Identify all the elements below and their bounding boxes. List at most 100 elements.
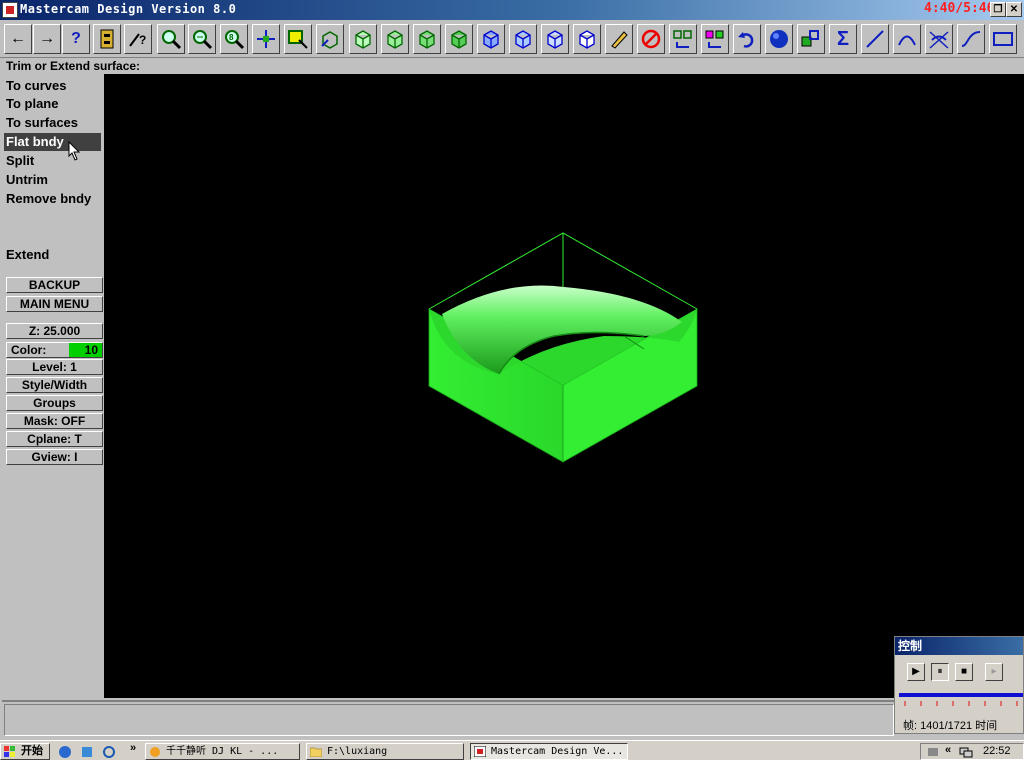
spline-button[interactable] (957, 24, 985, 54)
tray-app-icon[interactable] (927, 746, 939, 758)
quicklaunch-overflow-icon[interactable]: » (130, 742, 136, 754)
svg-text:?: ? (139, 33, 146, 47)
color-swatch: 10 (69, 343, 102, 357)
task-mastercam[interactable]: Mastercam Design Ve... (470, 743, 628, 760)
playback-progress-track[interactable] (899, 693, 1023, 697)
task-explorer-folder[interactable]: F:\luxiang (306, 743, 464, 760)
menu-item-to-plane[interactable]: To plane (4, 95, 101, 113)
file-button[interactable] (93, 24, 121, 54)
zoom-window-icon (162, 30, 182, 50)
play-button[interactable]: ▶ (907, 663, 925, 681)
level-button[interactable]: Level: 1 (6, 359, 103, 375)
close-button[interactable]: ✕ (1006, 2, 1022, 17)
mastercam-app-icon[interactable] (2, 2, 18, 18)
stop-button[interactable]: ■ (955, 663, 973, 681)
media-quicklaunch-icon[interactable] (80, 745, 94, 759)
restore-button[interactable]: ❐ (990, 2, 1006, 17)
blue-sphere-icon (770, 30, 788, 48)
pause-button[interactable]: ⏸ (931, 663, 949, 681)
task-qianqian[interactable]: 千千静听 DJ KL - ... (145, 743, 300, 760)
view-top-button[interactable] (349, 24, 377, 54)
gview-button[interactable]: Gview: I (6, 449, 103, 465)
main-menu-button[interactable]: MAIN MENU (6, 296, 103, 312)
color-button[interactable]: Color: 10 (6, 342, 103, 358)
green-cube-icon (451, 30, 467, 49)
menu-item-to-surfaces[interactable]: To surfaces (4, 114, 101, 132)
cplane-side-button[interactable] (541, 24, 569, 54)
menu-item-flat-bndy[interactable]: Flat bndy (4, 133, 101, 151)
zoom-window-button[interactable] (157, 24, 185, 54)
cplane-front-button[interactable] (509, 24, 537, 54)
menu-item-to-curves[interactable]: To curves (4, 77, 101, 95)
z-depth-button[interactable]: Z: 25.000 (6, 323, 103, 339)
ie-quicklaunch-icon[interactable] (58, 745, 72, 759)
delete-no-icon (641, 29, 661, 49)
graphics-viewport[interactable] (104, 74, 1024, 698)
green-cube-icon (419, 30, 435, 49)
shading-button[interactable] (765, 24, 793, 54)
eraser-pencil-icon (611, 31, 628, 49)
menu-item-remove-bndy[interactable]: Remove bndy (4, 190, 101, 208)
menu-item-split[interactable]: Split (4, 152, 101, 170)
groups-button[interactable]: Groups (6, 395, 103, 411)
model-canvas[interactable] (104, 74, 1024, 698)
network-icon[interactable] (959, 746, 973, 758)
start-button[interactable]: 开始 (0, 743, 50, 760)
view-iso-button[interactable] (445, 24, 473, 54)
mastercam-task-icon (474, 746, 486, 757)
rectangle-button[interactable] (989, 24, 1017, 54)
pan-button[interactable] (252, 24, 280, 54)
cplane-3d-button[interactable] (573, 24, 601, 54)
command-prompt: Trim or Extend surface: (6, 59, 141, 73)
title-bar: Mastercam Design Version 8.0 4:40/5:46 ❐… (0, 0, 1024, 20)
shade-button[interactable] (316, 24, 344, 54)
back-button[interactable]: ← (4, 24, 32, 54)
control-panel-title: 控制 (895, 637, 1023, 655)
blue-cube-icon (579, 30, 595, 49)
menu-item-extend[interactable]: Extend (4, 246, 101, 264)
arc-icon (898, 35, 916, 46)
delete-button[interactable] (637, 24, 665, 54)
screen-clear-button[interactable] (605, 24, 633, 54)
tray-expand-icon[interactable]: « (945, 744, 951, 756)
question-icon: ? (71, 30, 81, 47)
arc-button[interactable] (893, 24, 921, 54)
playback-control-panel: 控制 ▶ ⏸ ■ ▸ 帧: 1401/1721 时间 (894, 636, 1024, 734)
menu-item-untrim[interactable]: Untrim (4, 171, 101, 189)
style-width-button[interactable]: Style/Width (6, 377, 103, 393)
analyze-button[interactable]: ? (124, 24, 152, 54)
shade-cube-icon (321, 31, 338, 49)
surface-button[interactable] (797, 24, 825, 54)
line-button[interactable] (861, 24, 889, 54)
rectangle-icon (993, 32, 1013, 46)
forward-button[interactable]: → (33, 24, 61, 54)
view-front-button[interactable] (381, 24, 409, 54)
select-button[interactable] (284, 24, 312, 54)
help-button[interactable]: ? (62, 24, 90, 54)
cplane-button[interactable]: Cplane: T (6, 431, 103, 447)
sigma-icon: Σ (836, 27, 849, 50)
sum-button[interactable]: Σ (829, 24, 857, 54)
unzoom-button[interactable] (188, 24, 216, 54)
trimmed-surface-model[interactable] (428, 232, 698, 463)
zoom-fit-button[interactable]: 8 (220, 24, 248, 54)
translate-button[interactable] (669, 24, 697, 54)
fillet-button[interactable] (925, 24, 953, 54)
backup-button[interactable]: BACKUP (6, 277, 103, 293)
mouse-cursor-icon (68, 141, 81, 161)
cplane-top-button[interactable] (477, 24, 505, 54)
side-menu: To curves To plane To surfaces Flat bndy… (2, 75, 103, 699)
stop-icon: ■ (960, 666, 968, 677)
mask-button[interactable]: Mask: OFF (6, 413, 103, 429)
view-side-button[interactable] (413, 24, 441, 54)
task-label: 千千静听 DJ KL - ... (166, 746, 279, 757)
fillet-icon (929, 31, 949, 49)
desktop-quicklaunch-icon[interactable] (102, 745, 116, 759)
translate-icon (673, 30, 692, 48)
undo-button[interactable] (733, 24, 761, 54)
transform-button[interactable] (701, 24, 729, 54)
transform-icon (705, 30, 724, 48)
step-forward-button[interactable]: ▸ (985, 663, 1003, 681)
system-clock[interactable]: 22:52 (983, 745, 1011, 757)
arrow-left-icon: ← (10, 30, 26, 47)
